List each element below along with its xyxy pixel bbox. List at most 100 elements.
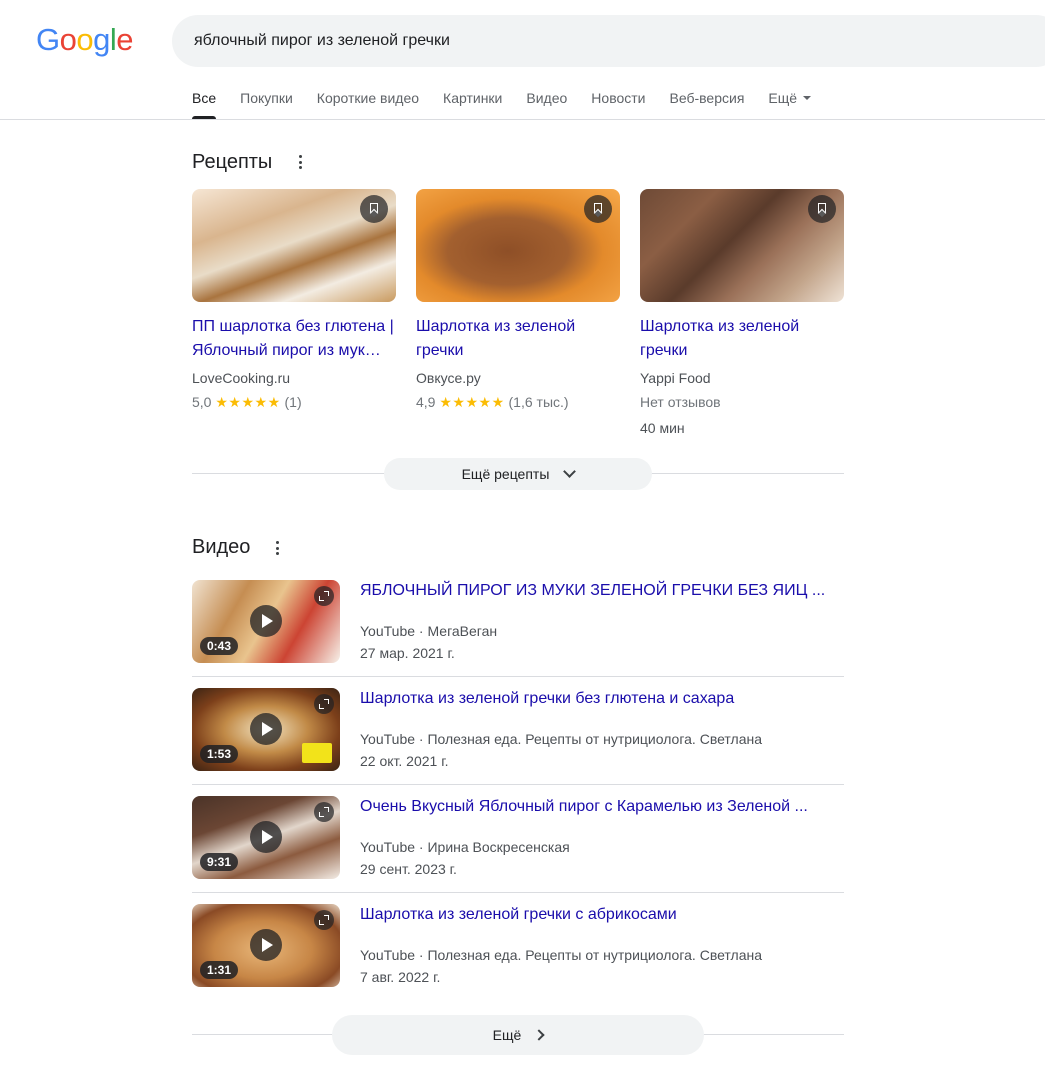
video-channel: Ирина Воскресенская <box>427 839 570 855</box>
rating-count: (1) <box>284 394 302 410</box>
expand-icon[interactable] <box>314 586 334 606</box>
video-result: 9:31 Очень Вкусный Яблочный пирог с Кара… <box>192 796 844 904</box>
video-channel: Полезная еда. Рецепты от нутрициолога. С… <box>427 947 762 963</box>
video-channel: Полезная еда. Рецепты от нутрициолога. С… <box>427 731 762 747</box>
tab-more-label: Ещё <box>768 90 798 106</box>
video-source: YouTube · Ирина Воскресенская <box>360 837 570 857</box>
chevron-right-icon <box>533 1029 545 1041</box>
meta-separator: · <box>415 839 428 855</box>
search-input[interactable] <box>192 31 1045 51</box>
recipe-source: Овкусе.ру <box>416 370 481 386</box>
recipe-card[interactable]: ПП шарлотка без глютена | Яблочный пирог… <box>192 189 396 415</box>
header-divider <box>0 119 1045 120</box>
tab-shopping[interactable]: Покупки <box>240 80 293 119</box>
video-channel: МегаВеган <box>427 623 498 639</box>
video-result: 0:43 ЯБЛОЧНЫЙ ПИРОГ ИЗ МУКИ ЗЕЛЕНОЙ ГРЕЧ… <box>192 580 844 688</box>
logo-letter: o <box>59 22 77 57</box>
recipe-title[interactable]: Шарлотка из зеленой гречки <box>640 315 844 363</box>
rating-count: (1,6 тыс.) <box>508 394 569 410</box>
tab-news[interactable]: Новости <box>591 80 645 119</box>
tab-more[interactable]: Ещё <box>768 80 812 119</box>
thumbnail-badge <box>302 743 332 763</box>
recipe-image[interactable] <box>640 189 844 302</box>
kebab-menu-icon[interactable] <box>299 155 303 171</box>
recipe-card[interactable]: Шарлотка из зеленой гречки Овкусе.ру 4,9… <box>416 189 620 415</box>
video-platform: YouTube <box>360 947 416 963</box>
play-icon[interactable] <box>250 605 282 637</box>
bookmark-icon[interactable] <box>360 195 388 223</box>
video-duration: 1:31 <box>200 961 239 979</box>
videos-heading: Видео <box>192 536 251 558</box>
video-date: 7 авг. 2022 г. <box>360 969 441 985</box>
expand-icon[interactable] <box>314 910 334 930</box>
meta-separator: · <box>415 623 428 639</box>
recipe-card[interactable]: Шарлотка из зеленой гречки Yappi Food Не… <box>640 189 844 441</box>
video-thumbnail[interactable]: 0:43 <box>192 580 340 663</box>
google-logo[interactable]: Google <box>36 22 134 58</box>
bookmark-icon[interactable] <box>808 195 836 223</box>
expand-icon[interactable] <box>314 802 334 822</box>
recipe-time: 40 мин <box>640 420 685 436</box>
tab-videos[interactable]: Видео <box>526 80 567 119</box>
expand-icon[interactable] <box>314 694 334 714</box>
search-box[interactable] <box>172 15 1045 67</box>
star-icons: ★★★★★ <box>215 394 281 410</box>
video-thumbnail[interactable]: 9:31 <box>192 796 340 879</box>
video-thumbnail[interactable]: 1:53 <box>192 688 340 771</box>
video-title[interactable]: Очень Вкусный Яблочный пирог с Карамелью… <box>360 796 808 818</box>
bookmark-icon[interactable] <box>584 195 612 223</box>
video-duration: 9:31 <box>200 853 239 871</box>
video-duration: 0:43 <box>200 637 239 655</box>
video-title[interactable]: Шарлотка из зеленой гречки без глютена и… <box>360 688 734 710</box>
result-divider <box>192 784 844 785</box>
play-icon[interactable] <box>250 713 282 745</box>
video-date: 29 сент. 2023 г. <box>360 861 457 877</box>
recipe-source: Yappi Food <box>640 370 711 386</box>
more-videos-label: Ещё <box>492 1027 522 1043</box>
star-icons: ★★★★★ <box>439 394 505 410</box>
more-recipes-label: Ещё рецепты <box>461 466 550 482</box>
kebab-menu-icon[interactable] <box>276 541 280 557</box>
logo-letter: G <box>36 22 60 57</box>
video-platform: YouTube <box>360 731 416 747</box>
recipe-title[interactable]: Шарлотка из зеленой гречки <box>416 315 620 363</box>
logo-letter: o <box>76 22 94 57</box>
logo-letter: g <box>93 22 110 57</box>
video-date: 27 мар. 2021 г. <box>360 645 455 661</box>
video-result: 1:31 Шарлотка из зеленой гречки с абрико… <box>192 904 844 1012</box>
video-duration: 1:53 <box>200 745 239 763</box>
more-recipes-button[interactable]: Ещё рецепты <box>384 458 652 490</box>
logo-letter: e <box>116 22 134 57</box>
tab-short-videos[interactable]: Короткие видео <box>317 80 419 119</box>
recipe-rating: 5,0 ★★★★★ (1) <box>192 389 396 415</box>
video-title[interactable]: ЯБЛОЧНЫЙ ПИРОГ ИЗ МУКИ ЗЕЛЕНОЙ ГРЕЧКИ БЕ… <box>360 580 825 602</box>
video-platform: YouTube <box>360 623 416 639</box>
tab-web[interactable]: Веб-версия <box>670 80 745 119</box>
rating-value: 5,0 <box>192 394 212 410</box>
video-source: YouTube · Полезная еда. Рецепты от нутри… <box>360 945 762 965</box>
result-divider <box>192 676 844 677</box>
meta-separator: · <box>415 947 428 963</box>
meta-separator: · <box>415 731 428 747</box>
result-divider <box>192 892 844 893</box>
recipe-source: LoveCooking.ru <box>192 370 291 386</box>
dropdown-caret-icon <box>803 96 812 101</box>
tab-all[interactable]: Все <box>192 80 217 119</box>
more-videos-button[interactable]: Ещё <box>332 1015 704 1055</box>
recipe-image[interactable] <box>192 189 396 302</box>
rating-value: 4,9 <box>416 394 436 410</box>
video-title[interactable]: Шарлотка из зеленой гречки с абрикосами <box>360 904 677 926</box>
chevron-down-icon <box>563 464 577 478</box>
play-icon[interactable] <box>250 821 282 853</box>
recipe-title[interactable]: ПП шарлотка без глютена | Яблочный пирог… <box>192 315 396 363</box>
recipes-heading: Рецепты <box>192 151 273 173</box>
video-source: YouTube · МегаВеган <box>360 621 497 641</box>
video-thumbnail[interactable]: 1:31 <box>192 904 340 987</box>
search-tabs: Все Покупки Короткие видео Картинки Виде… <box>192 80 835 120</box>
recipe-rating: Нет отзывов <box>640 394 721 410</box>
play-icon[interactable] <box>250 929 282 961</box>
video-date: 22 окт. 2021 г. <box>360 753 449 769</box>
video-platform: YouTube <box>360 839 416 855</box>
tab-images[interactable]: Картинки <box>443 80 502 119</box>
recipe-image[interactable] <box>416 189 620 302</box>
